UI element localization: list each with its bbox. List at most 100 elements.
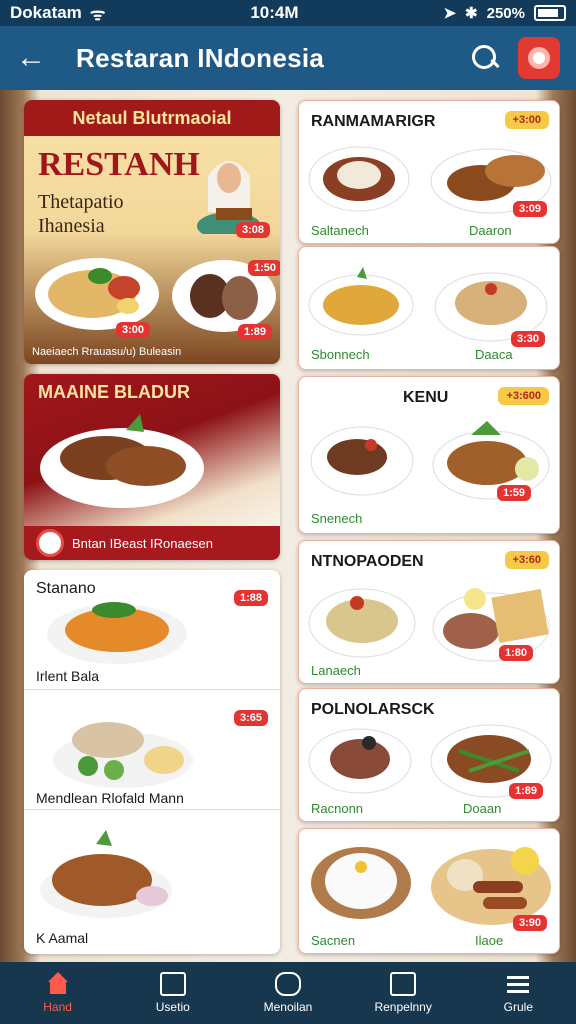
menu-card-title: NTNOPAODEN	[311, 553, 424, 570]
dish-image	[308, 728, 412, 794]
dish-image	[308, 588, 416, 658]
nav-label: Menoilan	[263, 1000, 313, 1014]
nav-item-box[interactable]: Usetio	[123, 972, 223, 1014]
window-icon	[390, 972, 417, 996]
list-item-subtitle: Irlent Bala	[36, 668, 100, 684]
battery-icon	[534, 5, 566, 21]
price-tag: 3:08	[236, 222, 271, 238]
dish-image	[47, 602, 187, 664]
price-tag: 1:89	[509, 783, 544, 799]
dish-image	[432, 421, 550, 500]
promo1-title: RESTANH	[38, 146, 200, 183]
promo2-footer: Bntan IBeast IRonaesen	[24, 526, 280, 560]
price-tag: 3:09	[513, 201, 548, 217]
badge-icon	[36, 529, 64, 557]
dish-list-card: Stanano 1:88 Irlent Bala 3:65 Mendlean R…	[24, 570, 280, 954]
carrier-label: Dokatam	[10, 3, 82, 22]
dish-image	[40, 830, 172, 918]
nav-label: Usetio	[155, 1000, 190, 1014]
nav-label: Renpelnny	[374, 1000, 432, 1014]
promo-badge: +3:600	[498, 387, 549, 405]
back-arrow-icon[interactable]: ←	[16, 41, 60, 75]
menu-card-title: RANMAMARIGR	[311, 113, 436, 130]
nav-item-window[interactable]: Renpelnny	[353, 972, 453, 1014]
app-logo[interactable]	[518, 37, 560, 79]
promo2-footer-label: Bntan IBeast IRonaesen	[72, 535, 213, 551]
promo1-subtitle-line1: Thetapatio	[38, 191, 124, 213]
promo1-subtitle: Thetapatio Ihanesia	[38, 190, 124, 238]
dish-label: Daaca	[475, 347, 513, 362]
dish-image	[432, 588, 550, 662]
price-tag: 3:00	[116, 322, 151, 338]
nav-item-menu[interactable]: Grule	[468, 972, 568, 1014]
grilled-chicken-image	[40, 414, 204, 508]
clock: 10:4M	[250, 3, 299, 22]
chef-illustration	[197, 161, 261, 234]
location-icon: ➤	[443, 5, 457, 22]
dish-label: Snenech	[311, 511, 363, 526]
menu-card-title: POLNOLARSCK	[311, 701, 435, 718]
price-tag: 3:90	[513, 915, 548, 931]
menu-card[interactable]: RANMAMARIGR +3:00 3:09 Saltanech Daaron	[298, 100, 560, 244]
dish-label: Ilaoe	[475, 933, 504, 948]
price-tag: 1:88	[234, 590, 269, 606]
price-tag: 1:50	[248, 260, 280, 276]
home-icon	[45, 972, 71, 996]
dish-image	[308, 146, 410, 212]
promo-banner-1[interactable]: Netaul Blutrmaoial RESTANH Thetapatio Ih…	[24, 100, 280, 364]
menu-card[interactable]: 3:90 Sacnen Ilaoe	[298, 828, 560, 954]
status-left: Dokatam ᯤ	[10, 2, 105, 25]
promo-banner-2[interactable]: MAAINE BLADUR Bntan IBeast IRonaesen	[24, 374, 280, 560]
promo-badge: +3:00	[504, 111, 549, 129]
promo1-subtitle-line2: Ihanesia	[38, 215, 105, 237]
logo-mark	[528, 47, 550, 69]
promo2-header: MAAINE BLADUR	[38, 382, 190, 402]
list-item[interactable]: 3:65 Mendlean Rlofald Mann	[24, 690, 280, 810]
battery-percent: 250%	[486, 4, 525, 22]
app-bar: ← Restaran INdonesia	[0, 26, 576, 90]
dish-label: Doaan	[463, 801, 502, 816]
price-tag: 1:89	[238, 324, 273, 340]
nav-item-home[interactable]: Hand	[8, 972, 108, 1014]
price-tag: 3:30	[511, 331, 546, 347]
nav-label: Hand	[43, 1000, 72, 1014]
price-tag: 3:65	[234, 710, 269, 726]
dish-image	[311, 847, 411, 919]
box-icon	[159, 972, 186, 996]
search-icon[interactable]	[470, 43, 500, 73]
menu-card[interactable]: KENU +3:600 1:59 Snenech	[298, 376, 560, 534]
price-tag: 1:80	[499, 645, 534, 661]
bluetooth-icon: ✱	[465, 5, 478, 22]
nav-label: Grule	[503, 1000, 534, 1014]
list-item[interactable]: Stanano 1:88 Irlent Bala	[24, 570, 280, 690]
wifi-icon: ᯤ	[89, 4, 106, 24]
chat-icon	[274, 972, 301, 996]
bottom-navigation: Hand Usetio Menoilan Renpelnny Grule	[0, 962, 576, 1024]
dish-label: Sbonnech	[311, 347, 370, 362]
page-title: Restaran INdonesia	[76, 42, 325, 73]
menu-card[interactable]: 3:30 Sbonnech Daaca	[298, 246, 560, 370]
status-right: ➤ ✱ 250%	[443, 4, 566, 22]
price-tag: 1:59	[497, 485, 532, 501]
menu-card[interactable]: NTNOPAODEN +3:60 1:80 Lanaech	[298, 540, 560, 684]
dish-image	[53, 722, 193, 788]
content-area: Netaul Blutrmaoial RESTANH Thetapatio Ih…	[22, 100, 562, 958]
promo1-header: Netaul Blutrmaoial	[24, 100, 280, 136]
list-item-subtitle: Mendlean Rlofald Mann	[36, 790, 184, 806]
dish-label: Daaron	[469, 223, 512, 238]
promo1-footer: Naeiaech Rrauasu/u) Buleasin	[32, 346, 182, 358]
list-item-subtitle: K Aamal	[36, 930, 89, 946]
dish-label: Sacnen	[311, 933, 356, 948]
dish-label: Racnonn	[311, 801, 364, 816]
list-item[interactable]: K Aamal	[24, 810, 280, 954]
promo-badge: +3:60	[504, 551, 549, 569]
menu-card[interactable]: POLNOLARSCK 1:89 Racnonn Doaan	[298, 688, 560, 822]
menu-card-title: KENU	[403, 389, 449, 406]
menu-icon	[505, 972, 531, 996]
status-bar: Dokatam ᯤ 10:4M ➤ ✱ 250%	[0, 0, 576, 26]
dish-label: Lanaech	[311, 663, 361, 678]
dish-image	[310, 426, 414, 496]
dish-image	[308, 267, 414, 336]
dish-label: Saltanech	[311, 223, 369, 238]
nav-item-chat[interactable]: Menoilan	[238, 972, 338, 1014]
